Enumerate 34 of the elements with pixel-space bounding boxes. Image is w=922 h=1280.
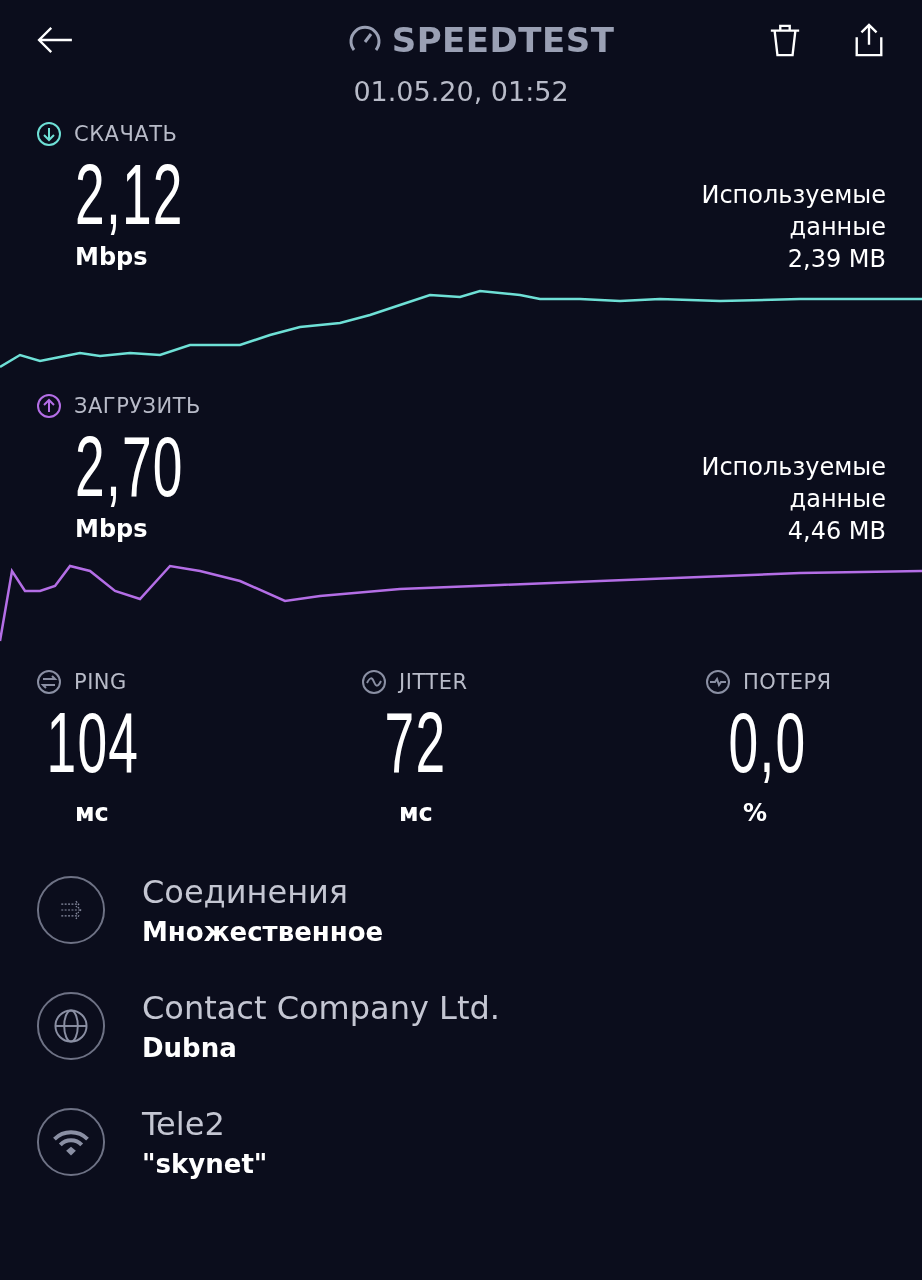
stat-value: 104: [45, 695, 141, 789]
test-date: 01.05.20, 01:52: [352, 76, 570, 107]
speed-unit: Mbps: [75, 515, 149, 543]
data-used-label: Используемые данные: [700, 180, 886, 243]
info-value: "skynet": [142, 1149, 268, 1179]
info-value: Dubna: [142, 1033, 238, 1063]
speed-value: 2,12: [75, 147, 184, 241]
stat-value: 72: [383, 695, 448, 789]
stat-unit: %: [742, 799, 769, 827]
stat-value: 0,0: [727, 695, 808, 789]
test-label: СКАЧАТЬ: [74, 122, 178, 146]
stat-unit: мс: [398, 799, 434, 827]
data-used-value: 2,39 MB: [786, 244, 886, 275]
stat-unit: мс: [74, 799, 110, 827]
stat-label: PING: [74, 670, 127, 694]
ping-icon: [36, 669, 62, 695]
arrows-icon: [36, 875, 106, 945]
info-title: Contact Company Ltd.: [142, 989, 500, 1027]
stat-label: ПОТЕРЯ: [743, 670, 832, 694]
back-icon[interactable]: [36, 25, 74, 55]
jitter-icon: [361, 669, 387, 695]
stat-label: JITTER: [399, 670, 468, 694]
info-value: Множественное: [142, 917, 384, 947]
test-label: ЗАГРУЗИТЬ: [74, 394, 201, 418]
speed-value: 2,70: [75, 419, 184, 513]
data-used-label: Используемые данные: [700, 452, 886, 515]
app-title: SPEEDTEST: [391, 20, 615, 60]
wifi-icon: [36, 1107, 106, 1177]
globe-icon: [36, 991, 106, 1061]
info-title: Tele2: [142, 1105, 226, 1143]
info-title: Соединения: [142, 873, 350, 911]
loss-icon: [705, 669, 731, 695]
speed-unit: Mbps: [75, 243, 149, 271]
data-used-value: 4,46 MB: [786, 516, 886, 547]
